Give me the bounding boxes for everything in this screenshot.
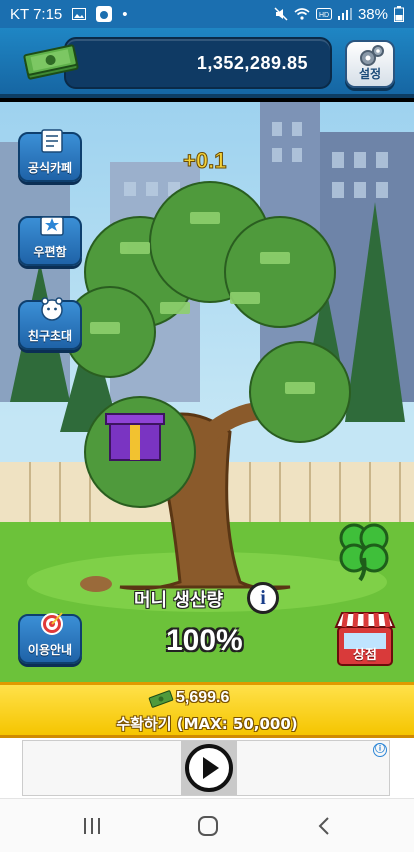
ad-info-icon[interactable]: ⓘ — [373, 743, 387, 757]
ad-banner-area: ⓘ — [0, 738, 414, 798]
cafe-note-icon — [41, 129, 63, 153]
mail-star-icon — [40, 216, 64, 236]
game-scene: 공식카페 우편함 친구초대 +0.1 머니 생산량 i 이용안내 100% 상점 — [0, 102, 414, 682]
recent-apps-button[interactable] — [72, 813, 112, 839]
home-button[interactable] — [188, 813, 228, 839]
android-nav-bar — [0, 798, 414, 852]
friend-face-icon — [41, 297, 63, 321]
money-total: 1,352,289.85 — [196, 53, 308, 73]
official-cafe-label: 공식카페 — [27, 161, 73, 175]
status-bar: KT 7:15 • HD 38% — [0, 0, 414, 28]
back-button[interactable] — [304, 813, 344, 839]
gallery-icon — [72, 8, 87, 20]
cash-icon — [148, 690, 174, 708]
official-cafe-button[interactable]: 공식카페 — [18, 129, 82, 182]
harvest-button[interactable]: 5,699.6 수확하기 (MAX: 50,000) — [0, 682, 414, 738]
recent-apps-icon — [84, 818, 100, 834]
top-bar: 1,352,289.85 설정 — [0, 28, 414, 98]
guide-button[interactable]: 이용안내 — [18, 612, 82, 664]
settings-button[interactable]: 설정 — [345, 40, 395, 88]
production-percent: 100% — [166, 624, 243, 657]
info-icon[interactable]: i — [247, 582, 279, 614]
invite-friends-button[interactable]: 친구초대 — [18, 297, 82, 350]
mailbox-button[interactable]: 우편함 — [18, 216, 82, 266]
home-icon — [198, 816, 218, 836]
signal-icon — [337, 8, 352, 20]
clover-icon[interactable] — [332, 518, 396, 582]
production-label: 머니 생산량 — [134, 590, 224, 611]
shop-label: 상점 — [353, 648, 377, 663]
hd-icon: HD — [315, 8, 332, 20]
target-icon — [41, 612, 63, 635]
harvest-label: 수확하기 (MAX: 50,000) — [116, 715, 298, 733]
mute-icon — [274, 7, 288, 21]
money-panel: 1,352,289.85 — [64, 37, 332, 89]
mailbox-label: 우편함 — [33, 245, 67, 259]
dot-icon: • — [122, 5, 128, 23]
settings-label: 설정 — [358, 67, 382, 81]
play-icon — [185, 744, 233, 792]
back-icon — [318, 817, 329, 835]
battery-icon — [394, 6, 404, 22]
svg-text:HD: HD — [319, 12, 329, 19]
carrier-time: KT 7:15 — [10, 5, 63, 23]
app-notification-icon — [96, 6, 113, 22]
invite-friends-label: 친구초대 — [27, 329, 73, 343]
shop-button[interactable]: 상점 — [334, 609, 396, 667]
harvest-amount: 5,699.6 — [176, 689, 230, 706]
wifi-icon — [294, 8, 310, 20]
guide-label: 이용안내 — [27, 643, 73, 657]
ad-video-thumb[interactable] — [181, 741, 237, 795]
battery-percent: 38% — [357, 5, 388, 23]
cash-stack-icon — [23, 44, 79, 80]
ad-banner[interactable]: ⓘ — [22, 740, 390, 796]
gain-popup: +0.1 — [182, 148, 227, 174]
